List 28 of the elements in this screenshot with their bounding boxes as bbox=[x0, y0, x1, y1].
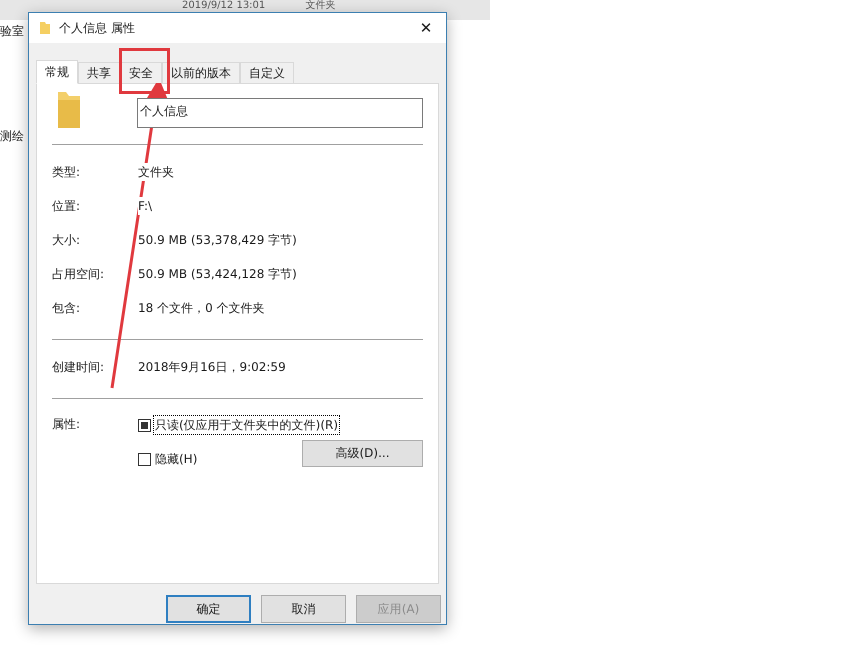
property-value: 50.9 MB (53,378,429 字节) bbox=[138, 231, 297, 249]
checkbox-label[interactable]: 只读(仅应用于文件夹中的文件)(R) bbox=[153, 415, 340, 435]
name-field[interactable]: 个人信息 bbox=[137, 98, 423, 128]
checkbox-label[interactable]: 隐藏(H) bbox=[153, 449, 200, 469]
property-value: F:\ bbox=[138, 197, 152, 215]
property-label: 包含: bbox=[52, 300, 82, 317]
dialog-button[interactable]: 取消 bbox=[261, 595, 346, 623]
property-label: 大小: bbox=[52, 232, 82, 249]
tab[interactable]: 安全 bbox=[120, 62, 162, 83]
property-value: 50.9 MB (53,424,128 字节) bbox=[138, 265, 297, 283]
dialog-button[interactable]: 确定 bbox=[166, 595, 251, 623]
tab[interactable]: 常规 bbox=[36, 60, 78, 84]
advanced-button[interactable]: 高级(D)... bbox=[302, 440, 423, 466]
list-header-text: 2019/9/12 13:01 bbox=[182, 0, 266, 13]
property-value: 18 个文件，0 个文件夹 bbox=[138, 299, 265, 317]
file-name: 验室 bbox=[0, 23, 24, 40]
property-label: 占用空间: bbox=[52, 266, 106, 283]
window-title: 个人信息 属性 bbox=[59, 20, 135, 37]
close-button[interactable]: ✕ bbox=[406, 13, 446, 43]
file-name: 测绘 bbox=[0, 128, 24, 145]
property-label: 类型: bbox=[52, 164, 82, 181]
tab[interactable]: 以前的版本 bbox=[162, 62, 240, 83]
tab[interactable]: 自定义 bbox=[240, 62, 294, 83]
property-value: 文件夹 bbox=[138, 163, 174, 181]
property-label: 属性: bbox=[52, 416, 82, 433]
tab[interactable]: 共享 bbox=[78, 62, 120, 83]
property-label: 创建时间: bbox=[52, 359, 106, 376]
property-label: 位置: bbox=[52, 198, 82, 215]
